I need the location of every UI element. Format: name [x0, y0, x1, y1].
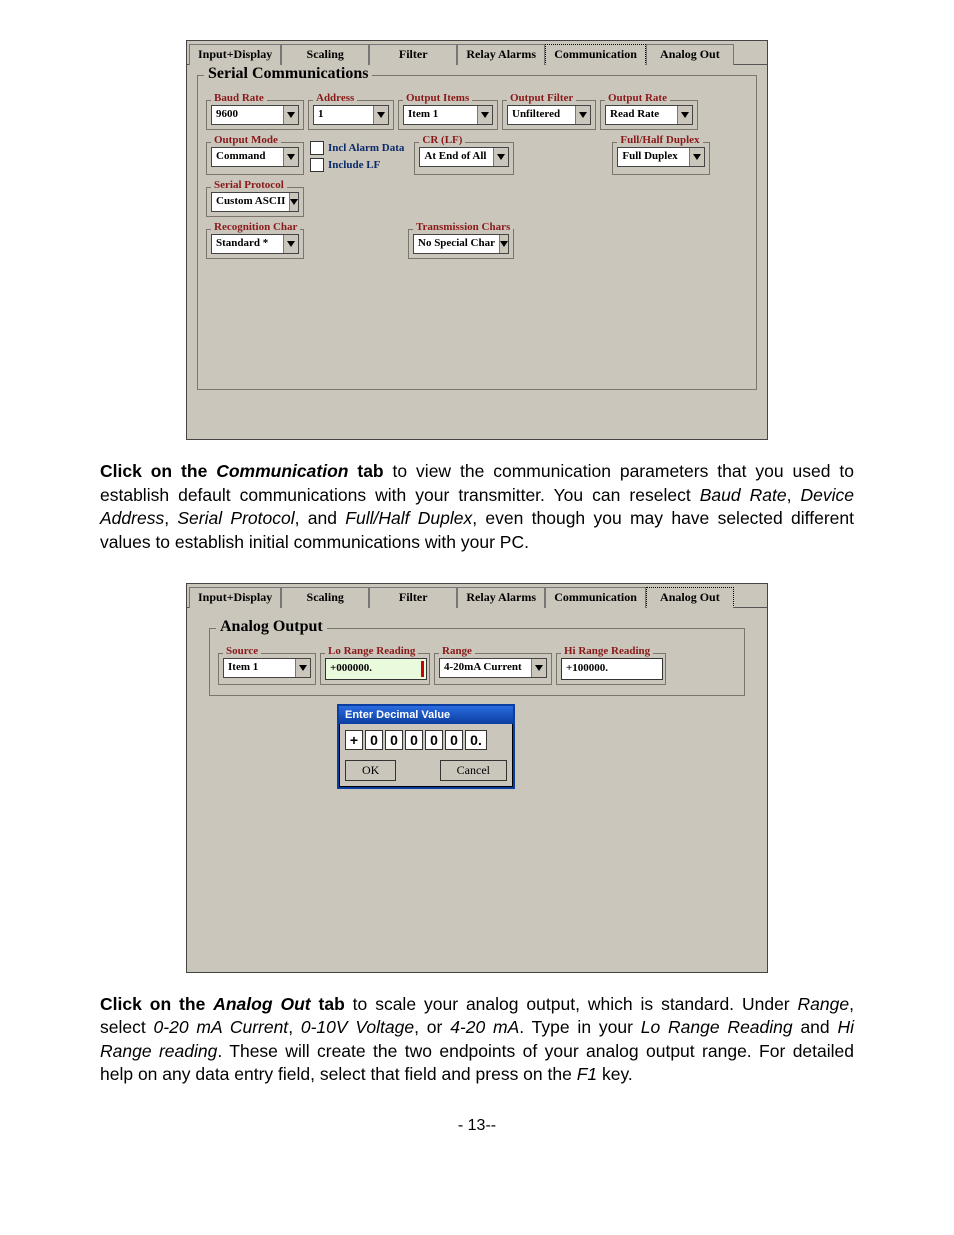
- communication-panel: Input+Display Scaling Filter Relay Alarm…: [186, 40, 768, 440]
- duplex-field: Full/Half Duplex Full Duplex: [612, 142, 710, 175]
- group-legend: Serial Communications: [204, 65, 372, 83]
- output-filter-select[interactable]: Unfiltered: [507, 105, 591, 125]
- tab-relay-alarms[interactable]: Relay Alarms: [457, 587, 545, 608]
- chevron-down-icon: [283, 235, 298, 253]
- baud-rate-select[interactable]: 9600: [211, 105, 299, 125]
- tab-scaling[interactable]: Scaling: [281, 44, 369, 65]
- tab-filter[interactable]: Filter: [369, 587, 457, 608]
- tab-analog-out[interactable]: Analog Out: [646, 587, 734, 608]
- chevron-down-icon: [477, 106, 492, 124]
- chevron-down-icon: [295, 659, 310, 677]
- output-rate-select[interactable]: Read Rate: [605, 105, 693, 125]
- chevron-down-icon: [677, 106, 692, 124]
- chevron-down-icon: [531, 659, 546, 677]
- source-select[interactable]: Item 1: [223, 658, 311, 678]
- chevron-down-icon: [499, 235, 508, 253]
- crlf-field: CR (LF) At End of All: [414, 142, 514, 175]
- crlf-select[interactable]: At End of All: [419, 147, 509, 167]
- digit-cell[interactable]: 0: [405, 730, 423, 750]
- checkbox-icon: [310, 141, 324, 155]
- digit-cell[interactable]: 0: [365, 730, 383, 750]
- tab-communication[interactable]: Communication: [545, 587, 646, 608]
- output-mode-field: Output Mode Command: [206, 142, 304, 175]
- source-field: Source Item 1: [218, 653, 316, 685]
- tab-analog-out[interactable]: Analog Out: [646, 44, 734, 65]
- output-mode-select[interactable]: Command: [211, 147, 299, 167]
- digit-cell[interactable]: 0: [385, 730, 403, 750]
- chevron-down-icon: [689, 148, 704, 166]
- recognition-char-field: Recognition Char Standard *: [206, 229, 304, 259]
- digit-cell[interactable]: 0: [445, 730, 463, 750]
- tab-relay-alarms[interactable]: Relay Alarms: [457, 44, 545, 65]
- group-legend: Analog Output: [216, 618, 327, 636]
- output-items-field: Output Items Item 1: [398, 100, 498, 130]
- recognition-select[interactable]: Standard *: [211, 234, 299, 254]
- chevron-down-icon: [283, 148, 298, 166]
- include-lf-checkbox[interactable]: Include LF: [310, 158, 404, 172]
- checkbox-group: Incl Alarm Data Include LF: [310, 138, 404, 175]
- chevron-down-icon: [575, 106, 590, 124]
- range-select[interactable]: 4-20mA Current: [439, 658, 547, 678]
- digit-sign[interactable]: +: [345, 730, 363, 750]
- digit-cell[interactable]: 0.: [465, 730, 487, 750]
- tab-bar-2: Input+Display Scaling Filter Relay Alarm…: [187, 584, 767, 608]
- page-number: - 13--: [100, 1117, 854, 1135]
- chevron-down-icon: [373, 106, 388, 124]
- chevron-down-icon: [289, 193, 298, 211]
- lo-range-input[interactable]: +000000.: [325, 658, 427, 680]
- analog-out-panel: Input+Display Scaling Filter Relay Alarm…: [186, 583, 768, 973]
- incl-alarm-data-checkbox[interactable]: Incl Alarm Data: [310, 141, 404, 155]
- range-field: Range 4-20mA Current: [434, 653, 552, 685]
- address-field: Address 1: [308, 100, 394, 130]
- tab-bar-1: Input+Display Scaling Filter Relay Alarm…: [187, 41, 767, 65]
- analog-output-group: Analog Output Source Item 1 Lo Range Rea…: [209, 628, 745, 696]
- chevron-down-icon: [283, 106, 298, 124]
- output-items-select[interactable]: Item 1: [403, 105, 493, 125]
- output-rate-field: Output Rate Read Rate: [600, 100, 698, 130]
- ok-button[interactable]: OK: [345, 760, 396, 781]
- digit-row: + 0 0 0 0 0 0.: [345, 730, 507, 750]
- tab-scaling[interactable]: Scaling: [281, 587, 369, 608]
- transmission-select[interactable]: No Special Char: [413, 234, 509, 254]
- serial-communications-group: Serial Communications Baud Rate 9600 Add…: [197, 75, 757, 390]
- dialog-title: Enter Decimal Value: [339, 706, 513, 724]
- tab-filter[interactable]: Filter: [369, 44, 457, 65]
- enter-decimal-dialog: Enter Decimal Value + 0 0 0 0 0 0. OK Ca…: [337, 704, 515, 789]
- duplex-select[interactable]: Full Duplex: [617, 147, 705, 167]
- hi-range-input[interactable]: +100000.: [561, 658, 663, 680]
- chevron-down-icon: [493, 148, 508, 166]
- serial-protocol-select[interactable]: Custom ASCII: [211, 192, 299, 212]
- cancel-button[interactable]: Cancel: [440, 760, 507, 781]
- tab-communication[interactable]: Communication: [545, 44, 646, 65]
- digit-cell[interactable]: 0: [425, 730, 443, 750]
- lo-range-field: Lo Range Reading +000000.: [320, 653, 430, 685]
- checkbox-icon: [310, 158, 324, 172]
- baud-rate-field: Baud Rate 9600: [206, 100, 304, 130]
- output-filter-field: Output Filter Unfiltered: [502, 100, 596, 130]
- tab-input-display[interactable]: Input+Display: [189, 44, 281, 65]
- hi-range-field: Hi Range Reading +100000.: [556, 653, 666, 685]
- transmission-chars-field: Transmission Chars No Special Char: [408, 229, 514, 259]
- instruction-paragraph-1: Click on the Communication tab to view t…: [100, 460, 854, 555]
- address-select[interactable]: 1: [313, 105, 389, 125]
- instruction-paragraph-2: Click on the Analog Out tab to scale you…: [100, 993, 854, 1088]
- tab-input-display[interactable]: Input+Display: [189, 587, 281, 608]
- serial-protocol-field: Serial Protocol Custom ASCII: [206, 187, 304, 217]
